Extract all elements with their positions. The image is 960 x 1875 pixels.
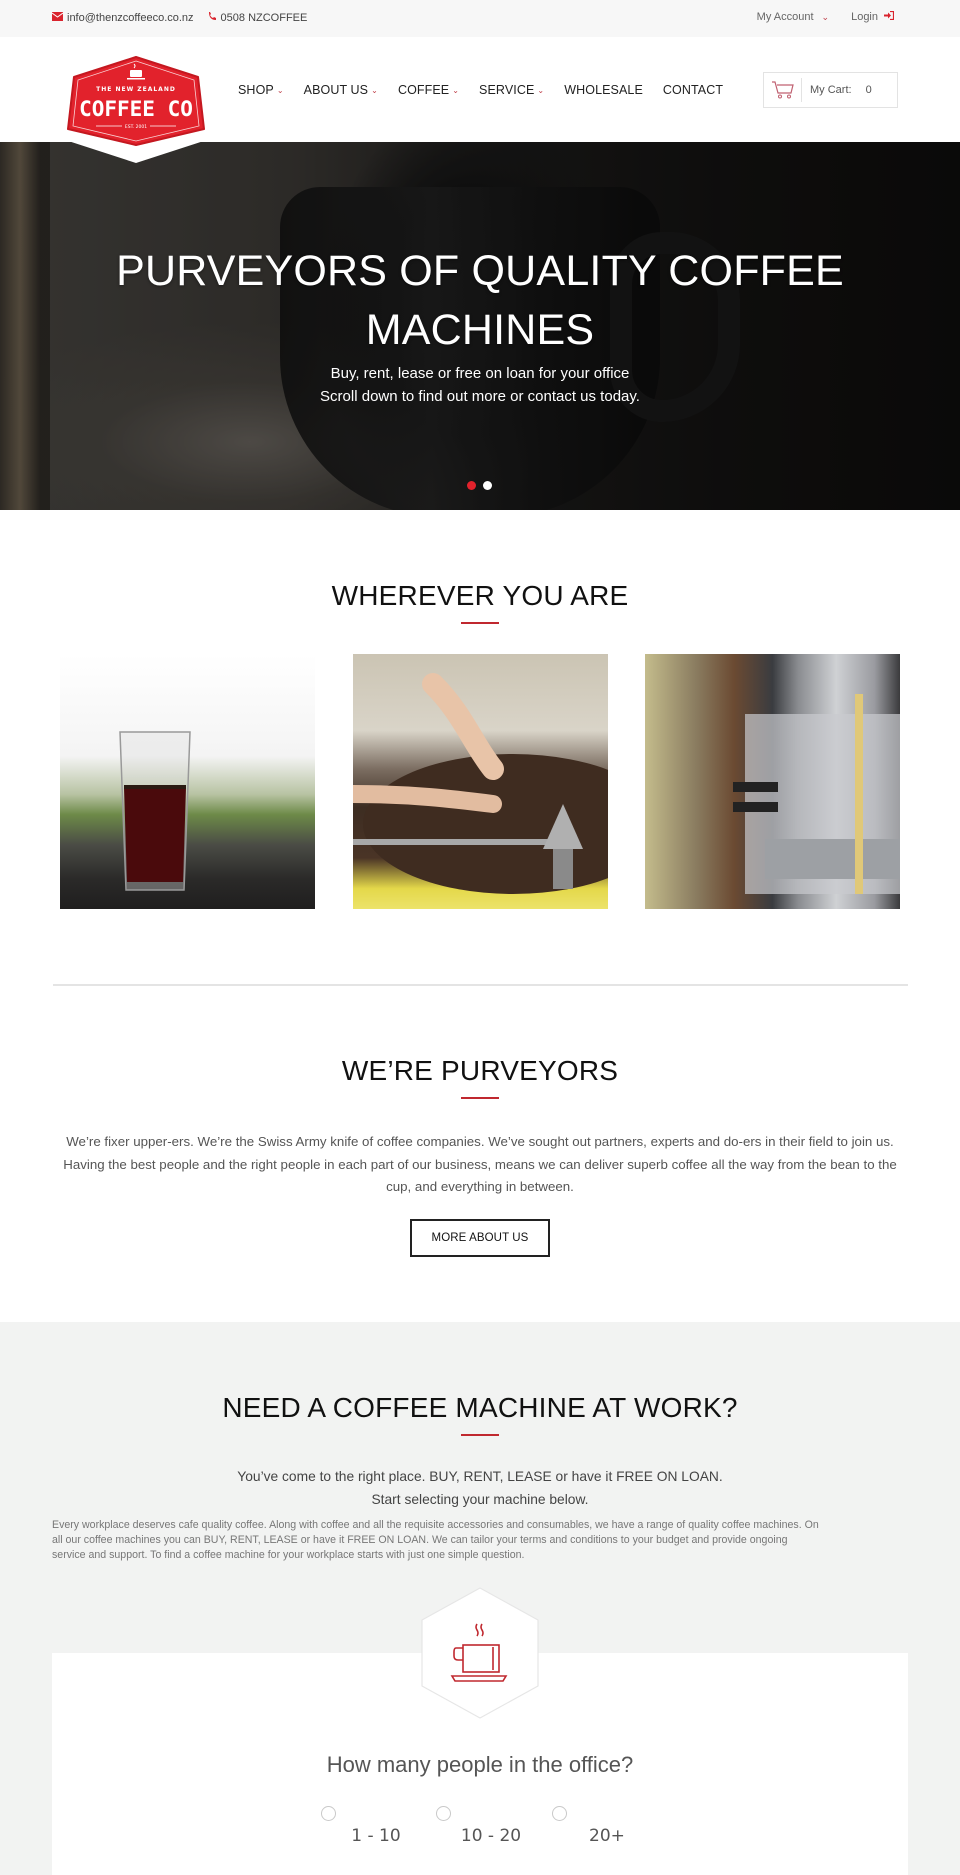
hexagon-badge: [419, 1586, 541, 1720]
section-title-machine: NEED A COFFEE MACHINE AT WORK?: [222, 1392, 738, 1423]
option-label: 10 - 20: [460, 1826, 522, 1846]
logo-line2: COFFEE CO: [79, 97, 193, 121]
more-about-us-button[interactable]: MORE ABOUT US: [410, 1219, 550, 1257]
nav-item-about-us[interactable]: ABOUT US ⌄: [304, 83, 378, 97]
contact-info: info@thenzcoffeeco.co.nz 0508 NZCOFFEE: [51, 11, 308, 24]
my-account-dropdown[interactable]: My Account ⌄: [757, 11, 829, 23]
sign-in-icon: [884, 10, 895, 23]
espresso-machine-image: [645, 654, 900, 909]
envelope-icon: [51, 11, 64, 24]
cart-button[interactable]: My Cart: 0: [763, 72, 898, 108]
option-label: 1 - 10: [351, 1826, 401, 1846]
my-account-label: My Account: [756, 11, 814, 23]
radio-button[interactable]: [321, 1806, 336, 1821]
logo-line3: EST. 2001: [125, 124, 147, 130]
machine-body: Every workplace deserves cafe quality co…: [52, 1519, 819, 1561]
main-nav: SHOP ⌄ ABOUT US ⌄ COFFEE ⌄ SERVICE ⌄ WHOLESA…: [238, 83, 743, 97]
hero-title-line: MACHINES: [365, 306, 595, 354]
machine-lead-line: Start selecting your machine below.: [371, 1492, 589, 1507]
slider-dot-1[interactable]: [467, 481, 476, 490]
office-size-question: How many people in the office?: [326, 1752, 634, 1777]
chevron-down-icon: ⌄: [821, 12, 830, 22]
cart-count: 0: [865, 84, 872, 96]
phone-text: 0508 NZCOFFEE: [220, 11, 308, 24]
purveyors-body: We’re fixer upper-ers. We’re the Swiss A…: [63, 1134, 897, 1194]
chevron-down-icon: ⌄: [537, 85, 545, 95]
hero-slider: PURVEYORS OF QUALITY COFFEE MACHINES Buy…: [0, 142, 960, 510]
slider-dot-2[interactable]: [483, 481, 492, 490]
account-links: My Account ⌄ Login: [757, 10, 895, 23]
nav-item-coffee[interactable]: COFFEE ⌄: [398, 83, 459, 97]
nav-label: SHOP: [238, 83, 274, 97]
phone-icon: [208, 11, 217, 24]
nav-label: CONTACT: [662, 83, 724, 97]
cart-label: My Cart:: [810, 84, 852, 96]
nav-item-contact[interactable]: CONTACT: [663, 83, 723, 97]
email-text: info@thenzcoffeeco.co.nz: [67, 11, 194, 24]
login-label: Login: [851, 11, 878, 23]
nav-item-shop[interactable]: SHOP ⌄: [238, 83, 284, 97]
logo[interactable]: THE NEW ZEALAND COFFEE CO EST. 2001: [46, 37, 226, 165]
machine-lead-line: You’ve come to the right place. BUY, REN…: [237, 1469, 723, 1484]
option-label: 20+: [589, 1826, 625, 1846]
nav-label: WHOLESALE: [564, 83, 643, 97]
section-title-purveyors: WE’RE PURVEYORS: [341, 1055, 619, 1086]
chevron-down-icon: ⌄: [452, 85, 460, 95]
nav-item-service[interactable]: SERVICE ⌄: [479, 83, 544, 97]
phone-link[interactable]: 0508 NZCOFFEE: [208, 11, 308, 24]
logo-line1: THE NEW ZEALAND: [96, 86, 176, 93]
nav-item-wholesale[interactable]: WHOLESALE: [564, 83, 643, 97]
title-underline: [461, 1097, 499, 1099]
hero-title: PURVEYORS OF QUALITY COFFEE MACHINES: [0, 242, 960, 360]
title-underline: [461, 622, 499, 624]
section-title-wherever: WHEREVER YOU ARE: [331, 580, 629, 611]
nav-label: SERVICE: [479, 83, 535, 97]
email-link[interactable]: info@thenzcoffeeco.co.nz: [51, 11, 194, 24]
chevron-down-icon: ⌄: [276, 85, 284, 95]
glass-of-coffee-image: [60, 654, 315, 909]
section-divider: [53, 984, 908, 986]
cart-icon: [764, 78, 802, 102]
radio-button[interactable]: [436, 1806, 451, 1821]
hero-subtitle-line: Scroll down to find out more or contact …: [320, 387, 640, 405]
title-underline: [461, 1434, 499, 1436]
hero-title-line: PURVEYORS OF QUALITY COFFEE: [116, 247, 844, 295]
nav-label: COFFEE: [397, 83, 450, 97]
coffee-roaster-image: [353, 654, 608, 909]
nav-label: ABOUT US: [303, 83, 369, 97]
slider-pagination: [467, 481, 492, 490]
login-link[interactable]: Login: [851, 10, 895, 23]
hero-subtitle-line: Buy, rent, lease or free on loan for you…: [330, 365, 630, 382]
radio-button[interactable]: [552, 1806, 567, 1821]
chevron-down-icon: ⌄: [371, 85, 378, 95]
hero-subtitle: Buy, rent, lease or free on loan for you…: [0, 363, 960, 408]
top-bar: info@thenzcoffeeco.co.nz 0508 NZCOFFEE M…: [0, 0, 960, 37]
